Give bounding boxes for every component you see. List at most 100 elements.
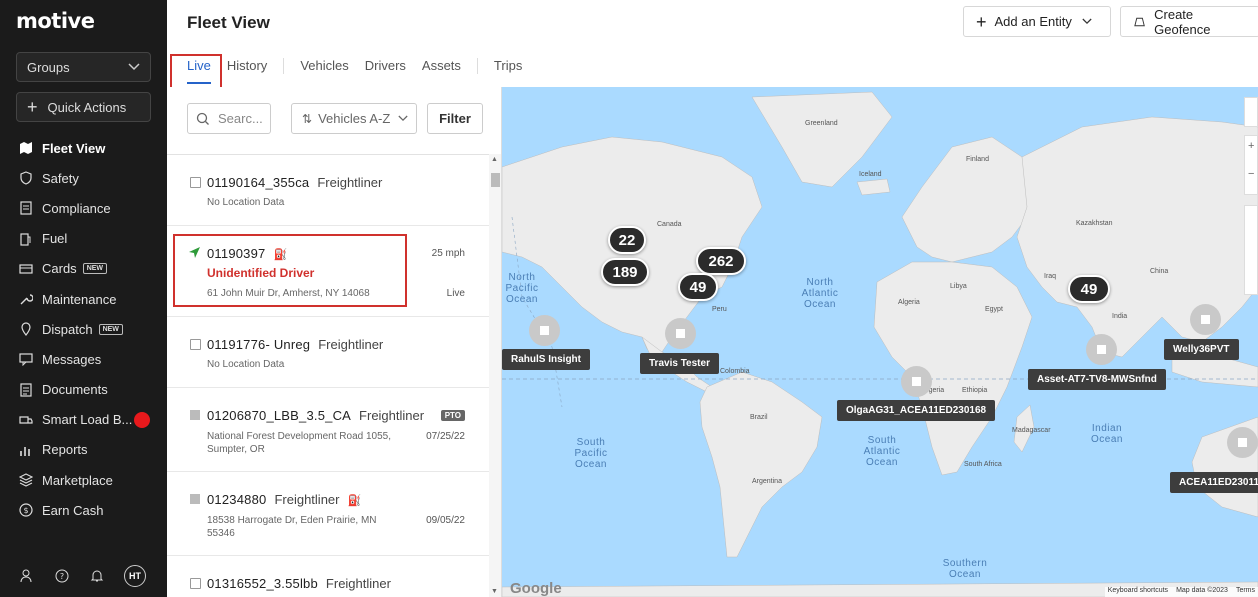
tab-drivers[interactable]: Drivers	[365, 58, 406, 87]
sort-label: Vehicles A-Z	[318, 111, 391, 126]
place-label: South Africa	[964, 461, 1002, 468]
keyboard-shortcuts-link[interactable]: Keyboard shortcuts	[1108, 587, 1168, 597]
asset-pin[interactable]	[1190, 304, 1221, 335]
asset-label[interactable]: Asset-AT7-TV8-MWSnfnd	[1028, 369, 1166, 390]
zoom-in-icon[interactable]: +	[1248, 140, 1254, 152]
asset-label[interactable]: Travis Tester	[640, 353, 719, 374]
asset-pin[interactable]	[665, 318, 696, 349]
vehicle-cluster[interactable]: 22	[608, 226, 646, 254]
place-label: Egypt	[985, 306, 1003, 313]
filter-button[interactable]: Filter	[427, 103, 483, 134]
vehicle-cluster[interactable]: 49	[1068, 275, 1110, 303]
list-item[interactable]: 01191776- Unreg Freightliner No Location …	[167, 317, 489, 388]
list-item[interactable]: 01190164_355ca Freightliner No Location D…	[167, 155, 489, 226]
sidebar-item-fuel[interactable]: Fuel	[0, 224, 167, 254]
sidebar-item-label: Smart Load B...	[42, 412, 133, 428]
list-item[interactable]: 01316552_3.55lbb Freightliner	[167, 556, 489, 597]
sidebar-item-label: Fuel	[42, 231, 68, 247]
sidebar-item-documents[interactable]: Documents	[0, 375, 167, 405]
tab-trips[interactable]: Trips	[494, 58, 522, 87]
sidebar-item-label: Messages	[42, 351, 102, 367]
place-label: Peru	[712, 306, 727, 313]
vehicle-name: 01191776- Unreg Freightliner	[207, 337, 384, 352]
scroll-down-icon[interactable]: ▼	[491, 588, 498, 595]
sidebar-item-smart-load[interactable]: Smart Load B...	[0, 405, 167, 435]
map-tools[interactable]	[1244, 205, 1258, 295]
list-item[interactable]: 01206870_LBB_3.5_CA Freightliner PTO Nati…	[167, 388, 489, 472]
ocean-label: North Atlantic Ocean	[801, 277, 839, 310]
help-icon[interactable]: ?	[51, 565, 73, 587]
place-label: Iraq	[1044, 273, 1057, 280]
quick-actions-button[interactable]: + Quick Actions	[16, 92, 151, 122]
users-icon[interactable]	[16, 565, 38, 587]
geofence-icon	[1134, 17, 1145, 26]
sidebar-item-maintenance[interactable]: Maintenance	[0, 284, 167, 314]
chevron-down-icon	[1082, 18, 1092, 25]
tab-divider	[476, 58, 478, 74]
tab-assets[interactable]: Assets	[422, 58, 461, 87]
vehicle-cluster[interactable]: 49	[678, 273, 718, 301]
row-checkbox[interactable]	[190, 578, 201, 589]
tab-history[interactable]: History	[227, 58, 267, 87]
sidebar: motive Groups + Quick Actions Fleet View…	[0, 0, 167, 597]
bell-icon[interactable]	[86, 565, 108, 587]
sidebar-item-cards[interactable]: Cards NEW	[0, 254, 167, 284]
list-scrollbar[interactable]: ▲ ▼	[489, 154, 501, 597]
vehicle-cluster[interactable]: 262	[696, 247, 746, 275]
new-badge: NEW	[98, 323, 123, 335]
sidebar-item-safety[interactable]: Safety	[0, 163, 167, 193]
sidebar-item-marketplace[interactable]: Marketplace	[0, 465, 167, 495]
vehicle-name: 01206870_LBB_3.5_CA Freightliner	[207, 408, 425, 423]
tab-vehicles[interactable]: Vehicles	[300, 58, 348, 87]
highlight-live-tab	[170, 54, 222, 90]
scrollbar-thumb[interactable]	[491, 173, 500, 187]
sidebar-item-dispatch[interactable]: Dispatch NEW	[0, 314, 167, 344]
asset-label[interactable]: OlgaAG31_ACEA11ED230168	[837, 400, 996, 421]
motive-logo[interactable]: motive	[16, 9, 95, 33]
zoom-control[interactable]: + −	[1244, 135, 1258, 195]
asset-pin[interactable]	[529, 315, 560, 346]
place-label: China	[1150, 268, 1169, 275]
chevron-down-icon	[398, 115, 408, 122]
zoom-out-icon[interactable]: −	[1248, 168, 1254, 180]
fleet-map[interactable]: North Pacific Ocean North Atlantic Ocean…	[502, 87, 1258, 597]
sidebar-nav: Fleet View Safety Compliance Fuel Cards …	[0, 133, 167, 525]
avatar[interactable]: HT	[124, 565, 146, 587]
search-input[interactable]: Searc...	[187, 103, 271, 134]
quick-actions-label: Quick Actions	[47, 99, 127, 115]
pto-badge: PTO	[440, 410, 465, 421]
asset-label[interactable]: ACEA11ED23011	[1170, 472, 1258, 493]
asset-pin[interactable]	[1086, 334, 1117, 365]
sidebar-item-label: Reports	[42, 442, 88, 458]
list-item[interactable]: 01234880 Freightliner ⛽ 18538 Harrogate Dr…	[167, 472, 489, 556]
app-root: motive Groups + Quick Actions Fleet View…	[0, 0, 1258, 597]
scroll-up-icon[interactable]: ▲	[491, 156, 498, 163]
ocean-label: South Pacific Ocean	[574, 437, 608, 470]
asset-pin[interactable]	[1227, 427, 1258, 458]
svg-text:$: $	[23, 506, 28, 515]
sort-dropdown[interactable]: ⇅ Vehicles A-Z	[291, 103, 417, 134]
asset-pin[interactable]	[901, 366, 932, 397]
sidebar-item-compliance[interactable]: Compliance	[0, 193, 167, 223]
asset-label[interactable]: RahulS Insight	[502, 349, 590, 370]
layers-icon[interactable]	[1244, 97, 1258, 127]
row-checkbox[interactable]	[190, 177, 201, 188]
sidebar-item-fleet-view[interactable]: Fleet View	[0, 133, 167, 163]
header: Fleet View + Add an Entity Create Geofen…	[167, 0, 1258, 87]
vehicle-cluster[interactable]: 189	[601, 258, 649, 286]
sidebar-item-label: Marketplace	[42, 472, 113, 488]
place-label: Colombia	[720, 368, 750, 375]
groups-dropdown[interactable]: Groups	[16, 52, 151, 82]
add-entity-button[interactable]: + Add an Entity	[963, 6, 1111, 37]
sidebar-item-messages[interactable]: Messages	[0, 344, 167, 374]
sidebar-item-reports[interactable]: Reports	[0, 435, 167, 465]
create-geofence-button[interactable]: Create Geofence	[1120, 6, 1258, 37]
engine-icon: ⛽	[347, 495, 362, 507]
new-badge: NEW	[82, 263, 108, 275]
terms-link[interactable]: Terms	[1236, 587, 1255, 597]
vehicle-date: 07/25/22	[426, 431, 465, 442]
row-checkbox[interactable]	[190, 339, 201, 350]
vehicle-location: 18538 Harrogate Dr, Eden Prairie, MN 553…	[207, 515, 377, 539]
asset-label[interactable]: Welly36PVT	[1164, 339, 1239, 360]
sidebar-item-earn-cash[interactable]: $ Earn Cash	[0, 495, 167, 525]
